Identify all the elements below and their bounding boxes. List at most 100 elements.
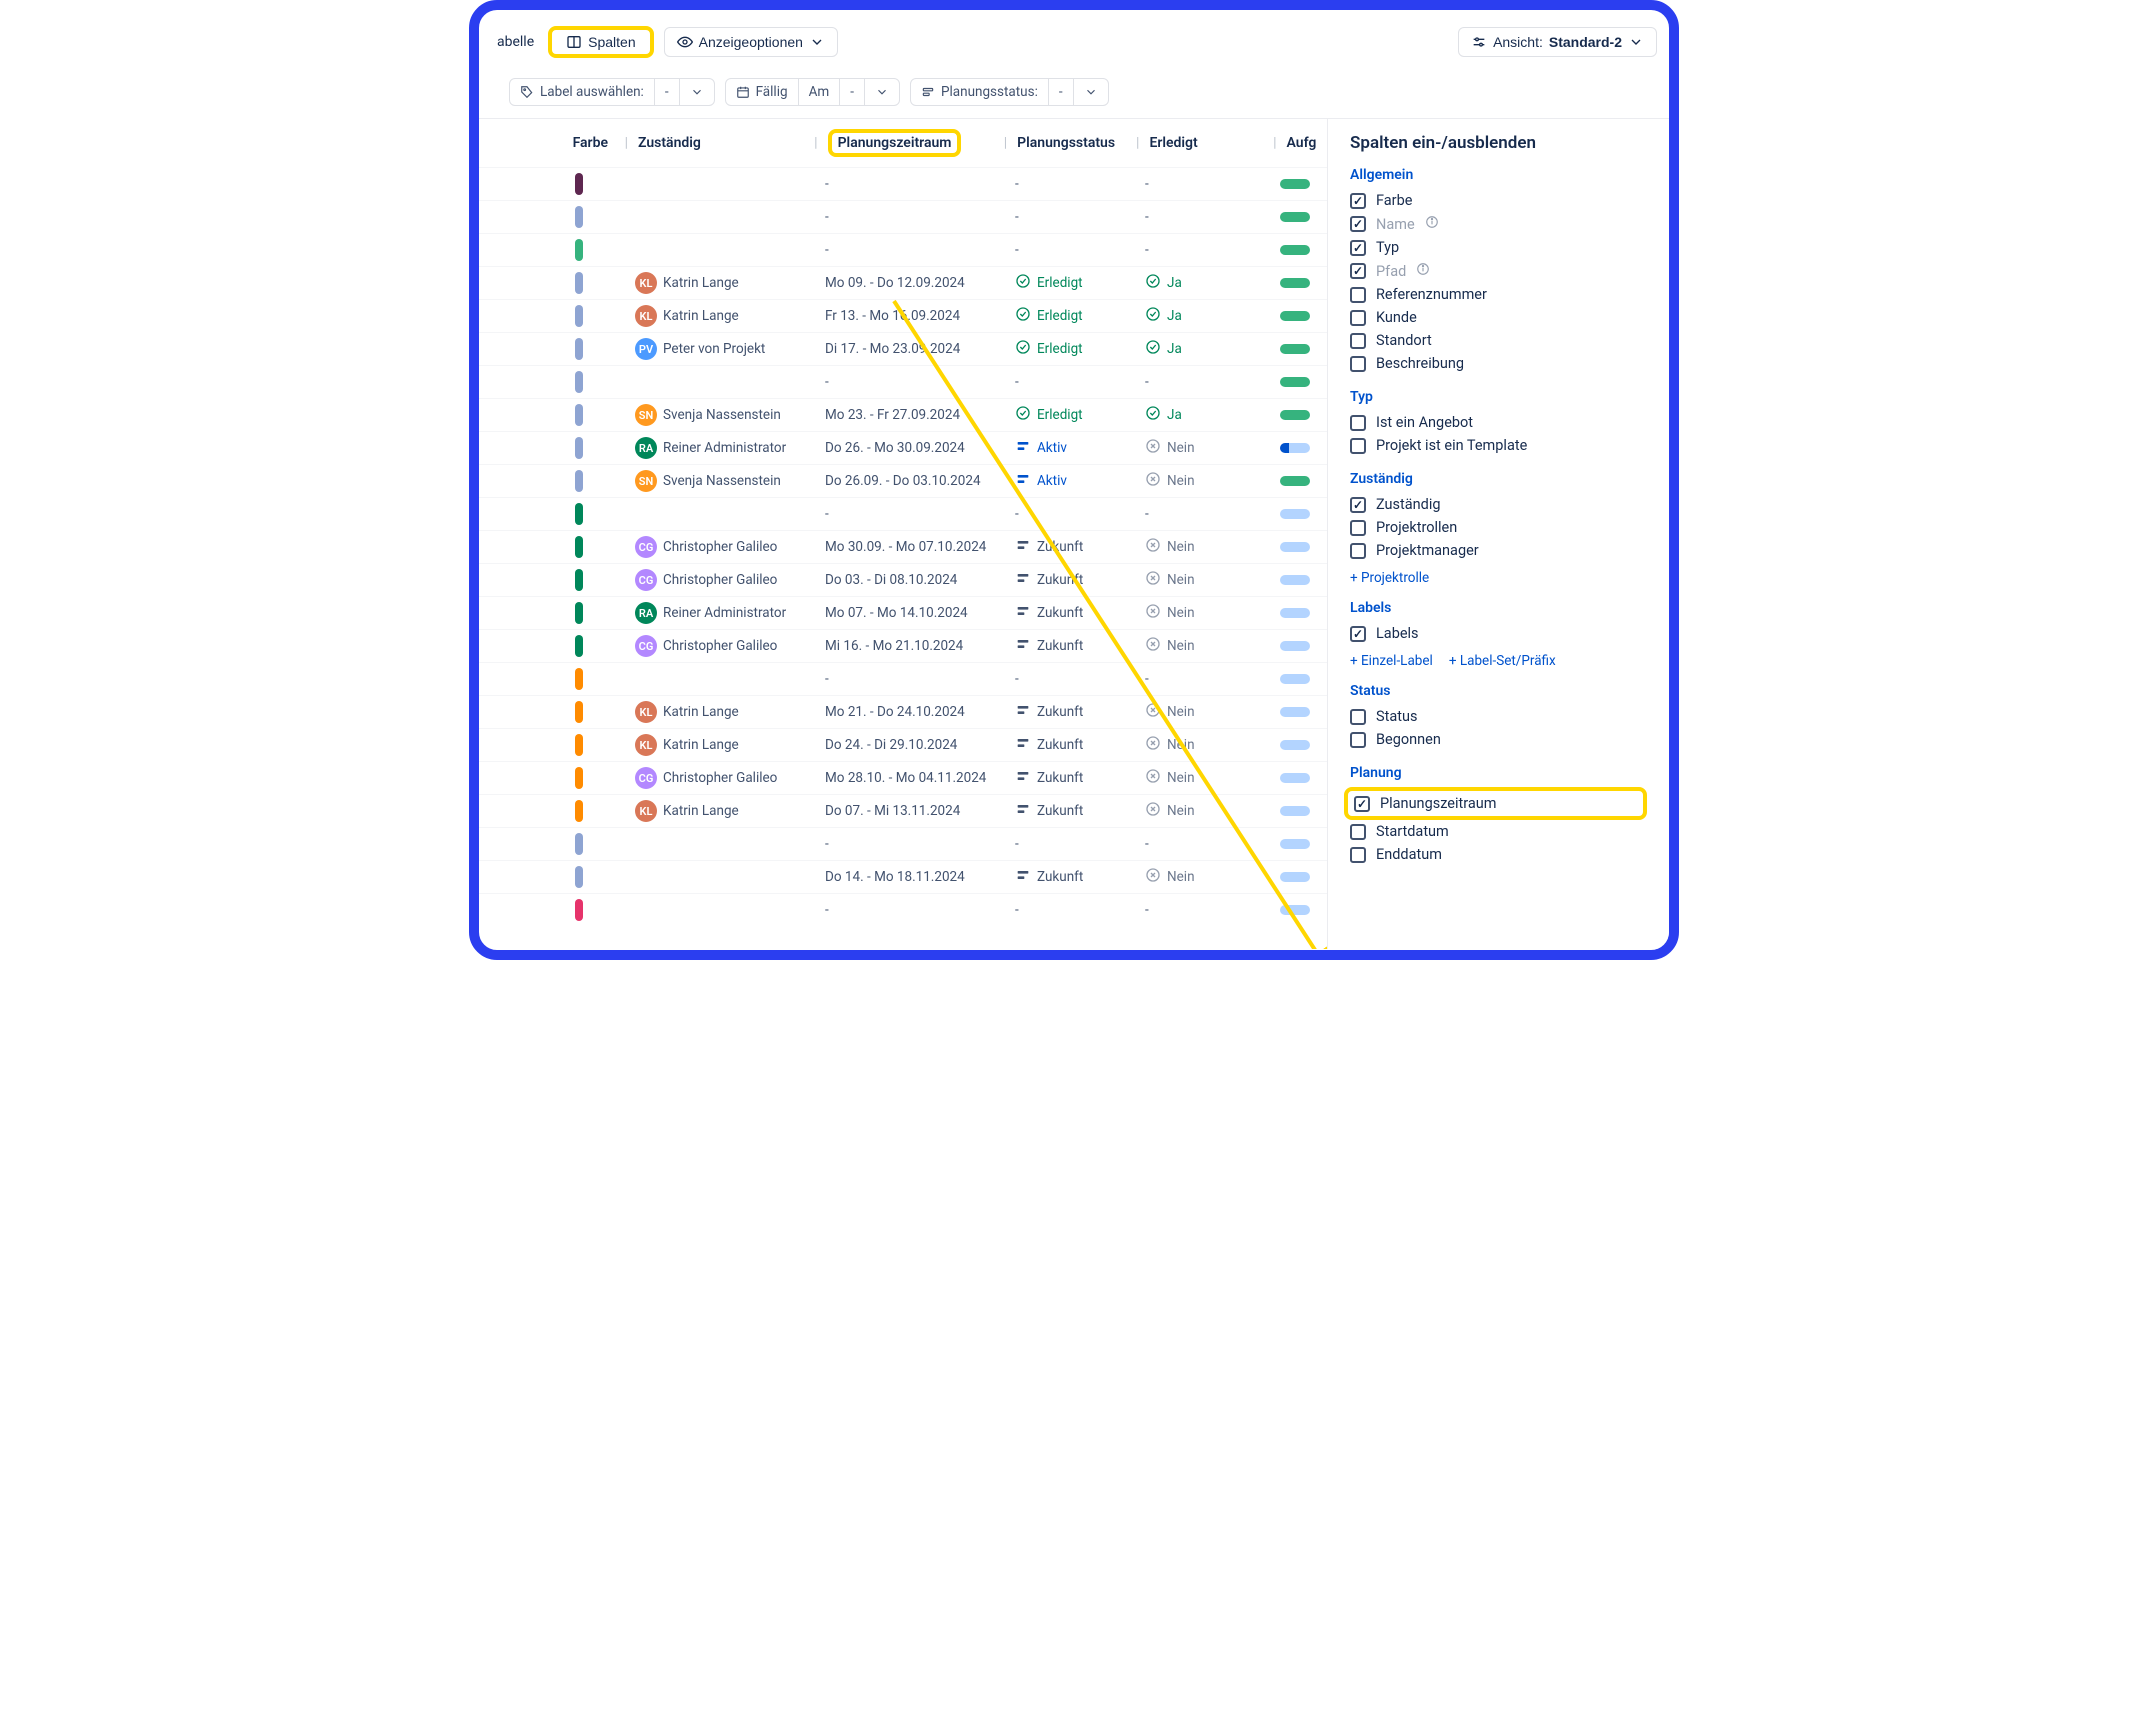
checkbox-row-planungszeitraum[interactable]: Planungszeitraum — [1344, 787, 1647, 820]
checkbox[interactable] — [1350, 333, 1366, 349]
checkbox-row-ist-ein-angebot[interactable]: Ist ein Angebot — [1350, 411, 1647, 434]
faellig-filter[interactable]: Fällig Am - — [725, 78, 900, 106]
table-row[interactable]: CGChristopher GalileoMo 28.10. - Mo 04.1… — [479, 761, 1327, 794]
tabelle-tab[interactable]: abelle — [497, 34, 538, 50]
checkbox-row-zuständig[interactable]: Zuständig — [1350, 493, 1647, 516]
checkbox[interactable] — [1350, 287, 1366, 303]
plan-range: - — [825, 902, 829, 918]
checkbox-row-pfad[interactable]: Pfad — [1350, 259, 1647, 283]
col-zustaendig[interactable]: Zuständig — [630, 135, 812, 151]
table-row[interactable]: KLKatrin LangeMo 21. - Do 24.10.2024Zuku… — [479, 695, 1327, 728]
checkbox[interactable] — [1350, 847, 1366, 863]
table-row[interactable]: --- — [479, 893, 1327, 926]
checkbox-row-begonnen[interactable]: Begonnen — [1350, 728, 1647, 751]
col-planungsstatus[interactable]: Planungsstatus — [1009, 135, 1134, 151]
checkbox[interactable] — [1350, 216, 1366, 232]
avatar: PV — [635, 338, 657, 360]
checkbox[interactable] — [1354, 796, 1370, 812]
table-body: ---------KLKatrin LangeMo 09. - Do 12.09… — [479, 167, 1327, 926]
planungsstatus-filter[interactable]: Planungsstatus: - — [910, 78, 1109, 106]
add-link[interactable]: + Label-Set/Präfix — [1449, 653, 1556, 669]
color-indicator — [575, 701, 583, 723]
col-planungszeitraum[interactable]: Planungszeitraum — [820, 129, 1002, 157]
checkbox[interactable] — [1350, 193, 1366, 209]
checkbox-row-typ[interactable]: Typ — [1350, 236, 1647, 259]
checkbox-label: Labels — [1376, 625, 1419, 642]
col-erledigt[interactable]: Erledigt — [1141, 135, 1271, 151]
avatar: KL — [635, 701, 657, 723]
table-row[interactable]: CGChristopher GalileoMo 30.09. - Mo 07.1… — [479, 530, 1327, 563]
checkbox[interactable] — [1350, 824, 1366, 840]
col-aufg[interactable]: Aufg — [1279, 135, 1327, 151]
checkbox[interactable] — [1350, 438, 1366, 454]
checkbox[interactable] — [1350, 310, 1366, 326]
checkbox-row-beschreibung[interactable]: Beschreibung — [1350, 352, 1647, 375]
table-row[interactable]: RAReiner AdministratorDo 26. - Mo 30.09.… — [479, 431, 1327, 464]
status-text: Zukunft — [1037, 869, 1083, 885]
checkbox[interactable] — [1350, 356, 1366, 372]
status-text: Zukunft — [1037, 638, 1083, 654]
plan-range: Mo 30.09. - Mo 07.10.2024 — [825, 539, 986, 555]
table-row[interactable]: --- — [479, 200, 1327, 233]
assignee-name: Christopher Galileo — [663, 638, 777, 654]
table-row[interactable]: SNSvenja NassensteinMo 23. - Fr 27.09.20… — [479, 398, 1327, 431]
checkbox-row-projektrollen[interactable]: Projektrollen — [1350, 516, 1647, 539]
status-text: Erledigt — [1037, 341, 1083, 357]
status-icon — [1015, 867, 1031, 887]
done-icon — [1145, 636, 1161, 656]
table-row[interactable]: --- — [479, 167, 1327, 200]
checkbox-row-enddatum[interactable]: Enddatum — [1350, 843, 1647, 866]
add-link[interactable]: + Projektrolle — [1350, 570, 1429, 586]
checkbox-row-startdatum[interactable]: Startdatum — [1350, 820, 1647, 843]
checkbox[interactable] — [1350, 497, 1366, 513]
anzeigeoptionen-button[interactable]: Anzeigeoptionen — [664, 27, 838, 57]
checkbox-row-referenznummer[interactable]: Referenznummer — [1350, 283, 1647, 306]
checkbox-row-projektmanager[interactable]: Projektmanager — [1350, 539, 1647, 562]
table-row[interactable]: --- — [479, 827, 1327, 860]
table-row[interactable]: PVPeter von ProjektDi 17. - Mo 23.09.202… — [479, 332, 1327, 365]
color-indicator — [575, 767, 583, 789]
table-row[interactable]: --- — [479, 233, 1327, 266]
table-row[interactable]: --- — [479, 365, 1327, 398]
table-row[interactable]: KLKatrin LangeDo 07. - Mi 13.11.2024Zuku… — [479, 794, 1327, 827]
table-row[interactable]: CGChristopher GalileoDo 03. - Di 08.10.2… — [479, 563, 1327, 596]
checkbox[interactable] — [1350, 263, 1366, 279]
table-row[interactable]: --- — [479, 662, 1327, 695]
plan-range: - — [825, 176, 829, 192]
col-farbe[interactable]: Farbe — [565, 135, 623, 151]
checkbox-row-standort[interactable]: Standort — [1350, 329, 1647, 352]
checkbox-row-status[interactable]: Status — [1350, 705, 1647, 728]
spalten-button[interactable]: Spalten — [548, 26, 653, 58]
checkbox[interactable] — [1350, 543, 1366, 559]
label-filter[interactable]: Label auswählen: - — [509, 78, 715, 106]
plan-range: - — [825, 209, 829, 225]
done-text: Nein — [1167, 737, 1195, 753]
color-indicator — [575, 239, 583, 261]
table-row[interactable]: CGChristopher GalileoMi 16. - Mo 21.10.2… — [479, 629, 1327, 662]
status-icon — [1015, 801, 1031, 821]
status-text: Zukunft — [1037, 770, 1083, 786]
checkbox-row-farbe[interactable]: Farbe — [1350, 189, 1647, 212]
checkbox[interactable] — [1350, 732, 1366, 748]
ansicht-selector[interactable]: Ansicht: Standard-2 — [1458, 27, 1657, 57]
checkbox-row-labels[interactable]: Labels — [1350, 622, 1647, 645]
status-text: Erledigt — [1037, 275, 1083, 291]
checkbox-row-name[interactable]: Name — [1350, 212, 1647, 236]
table-row[interactable]: --- — [479, 497, 1327, 530]
table-row[interactable]: Do 14. - Mo 18.11.2024ZukunftNein — [479, 860, 1327, 893]
checkbox-row-projekt-ist-ein-template[interactable]: Projekt ist ein Template — [1350, 434, 1647, 457]
checkbox[interactable] — [1350, 520, 1366, 536]
table-row[interactable]: RAReiner AdministratorMo 07. - Mo 14.10.… — [479, 596, 1327, 629]
plan-range: - — [825, 506, 829, 522]
table-row[interactable]: KLKatrin LangeDo 24. - Di 29.10.2024Zuku… — [479, 728, 1327, 761]
checkbox[interactable] — [1350, 240, 1366, 256]
table-row[interactable]: KLKatrin LangeFr 13. - Mo 16.09.2024Erle… — [479, 299, 1327, 332]
checkbox[interactable] — [1350, 626, 1366, 642]
table-row[interactable]: KLKatrin LangeMo 09. - Do 12.09.2024Erle… — [479, 266, 1327, 299]
done-text: Nein — [1167, 605, 1195, 621]
add-link[interactable]: + Einzel-Label — [1350, 653, 1433, 669]
checkbox-row-kunde[interactable]: Kunde — [1350, 306, 1647, 329]
table-row[interactable]: SNSvenja NassensteinDo 26.09. - Do 03.10… — [479, 464, 1327, 497]
checkbox[interactable] — [1350, 415, 1366, 431]
checkbox[interactable] — [1350, 709, 1366, 725]
